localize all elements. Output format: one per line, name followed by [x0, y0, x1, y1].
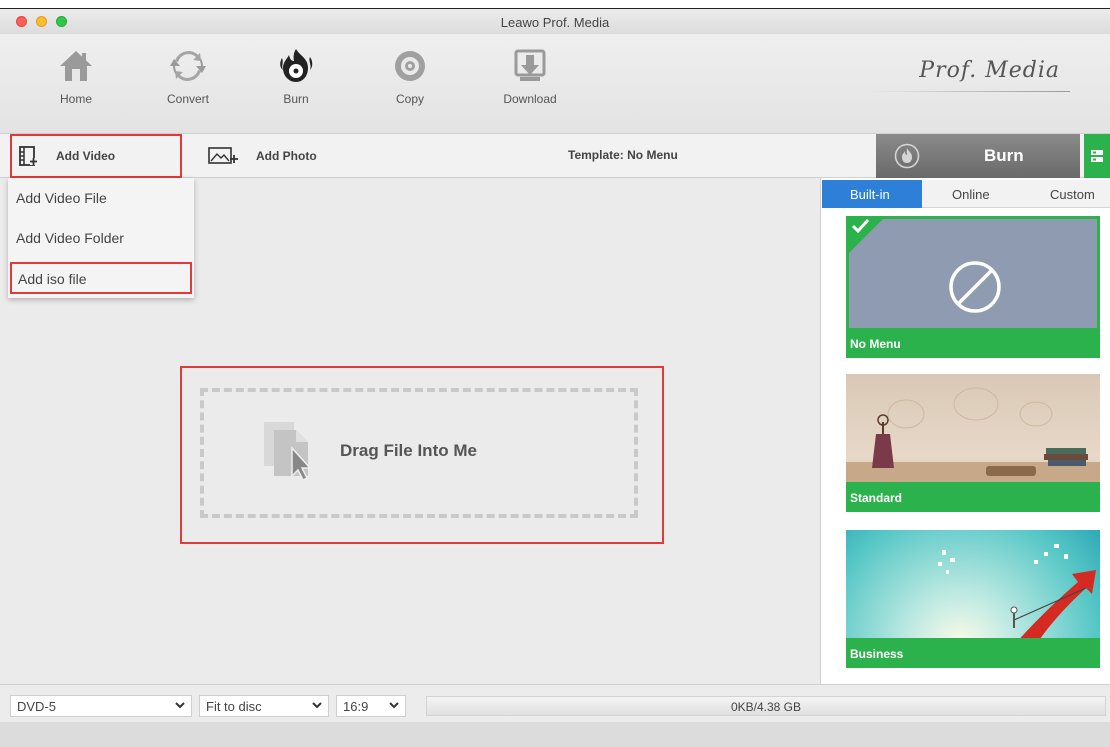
toolbar-download[interactable]: Download	[490, 48, 570, 106]
fit-mode-select[interactable]: Fit to disc	[199, 695, 329, 717]
tab-custom[interactable]: Custom	[1050, 180, 1095, 208]
checkmark-icon	[851, 219, 870, 234]
drop-zone-text: Drag File Into Me	[340, 441, 477, 460]
menu-add-iso-file[interactable]: Add iso file	[10, 262, 192, 294]
aspect-ratio-value: 16:9	[343, 699, 369, 714]
add-video-label: Add Video	[56, 149, 116, 163]
burn-button-label: Burn	[984, 146, 1024, 165]
bottom-bar: DVD-5 Fit to disc 16:9 0KB/4.38 GB	[0, 684, 1110, 722]
template-name-standard: Standard	[846, 482, 1100, 512]
home-icon	[60, 51, 92, 81]
template-name-business: Business	[846, 638, 1100, 668]
disc-type-select[interactable]: DVD-5	[10, 695, 192, 717]
template-tabs: Built-in Online Custom	[822, 180, 1110, 208]
menu-add-video-folder[interactable]: Add Video Folder	[16, 230, 124, 246]
toolbar-copy-label: Copy	[395, 92, 424, 106]
add-photo-button[interactable]: Add Photo	[208, 134, 317, 178]
copy-icon	[395, 51, 425, 81]
toolbar-download-label: Download	[503, 92, 557, 106]
template-card-standard[interactable]: Standard	[846, 374, 1100, 512]
add-photo-label: Add Photo	[256, 149, 317, 163]
disc-type-value: DVD-5	[17, 699, 57, 714]
toolbar-home-label: Home	[59, 92, 92, 106]
add-video-button[interactable]: Add Video	[10, 134, 182, 178]
no-symbol-icon	[949, 261, 1001, 313]
aspect-ratio-select[interactable]: 16:9	[336, 695, 406, 717]
toolbar-burn-label: Burn	[283, 92, 309, 106]
disc-capacity-bar: 0KB/4.38 GB	[426, 696, 1106, 716]
burn-icon	[280, 49, 313, 82]
chevron-down-icon	[312, 702, 322, 709]
film-icon	[19, 146, 37, 166]
drag-file-icon	[264, 422, 312, 482]
window-title: Leawo Prof. Media	[500, 15, 610, 30]
toolbar-convert[interactable]: Convert	[148, 48, 228, 106]
toolbar-copy[interactable]: Copy	[370, 48, 450, 106]
burn-flame-icon	[894, 143, 920, 169]
panel-toggle-icon	[1091, 150, 1103, 162]
panel-toggle-button[interactable]	[1084, 134, 1110, 178]
download-icon	[514, 49, 546, 81]
action-bar: Add Video Add Photo Template: No Menu Bu…	[0, 134, 1110, 178]
template-label: Template: No Menu	[568, 148, 678, 162]
main-toolbar: Home Convert Burn Copy Download Prof. Me…	[0, 34, 1110, 134]
convert-icon	[170, 51, 206, 81]
menu-add-video-file[interactable]: Add Video File	[16, 190, 107, 206]
template-name-no-menu: No Menu	[849, 328, 1097, 355]
brand-underline	[870, 91, 1070, 92]
toolbar-home[interactable]: Home	[36, 48, 116, 106]
title-bar: Leawo Prof. Media	[0, 8, 1110, 34]
chevron-down-icon	[175, 702, 185, 709]
brand-logo: Prof. Media	[919, 58, 1060, 83]
add-video-dropdown: Add Video File Add Video Folder Add iso …	[8, 178, 194, 298]
toolbar-burn[interactable]: Burn	[256, 48, 336, 106]
status-bar	[0, 722, 1110, 747]
photo-icon	[208, 147, 238, 164]
template-card-business[interactable]: Business	[846, 530, 1100, 668]
tab-online[interactable]: Online	[952, 180, 990, 208]
tab-built-in[interactable]: Built-in	[822, 180, 922, 208]
toolbar-convert-label: Convert	[166, 92, 210, 106]
burn-button[interactable]: Burn	[876, 134, 1080, 178]
fit-mode-value: Fit to disc	[206, 699, 262, 714]
template-card-no-menu[interactable]: No Menu	[846, 216, 1100, 358]
chevron-down-icon	[389, 702, 399, 709]
